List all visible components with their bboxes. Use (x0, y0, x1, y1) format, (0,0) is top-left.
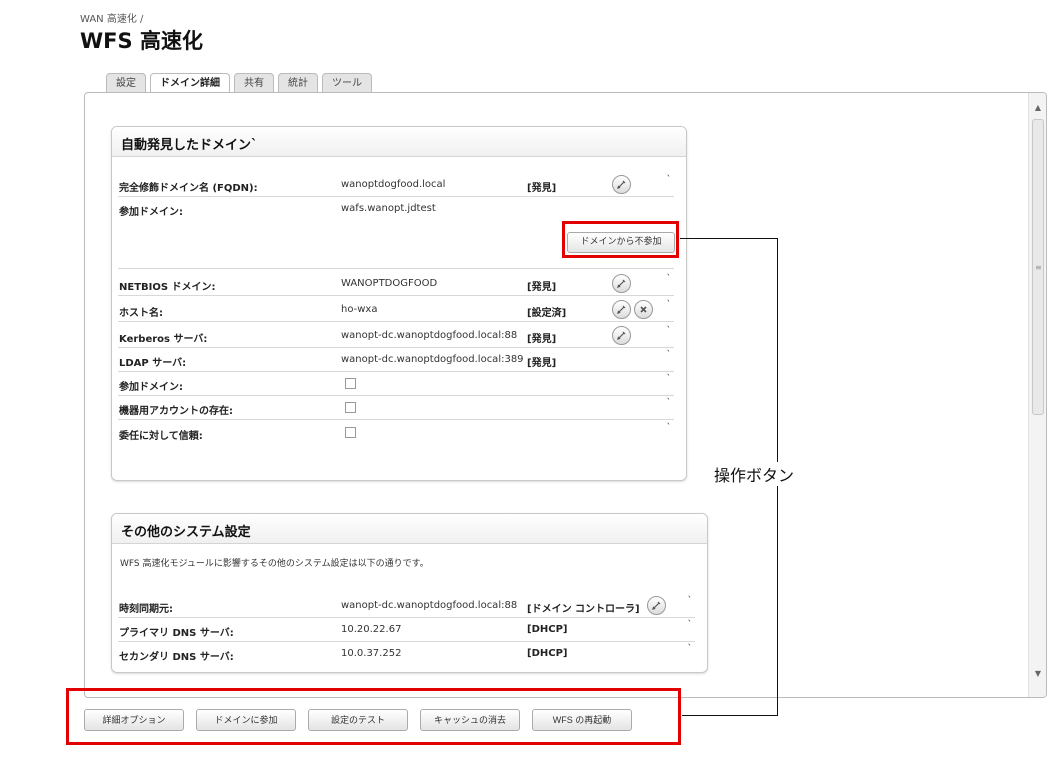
scroll-down-icon[interactable]: ▼ (1029, 667, 1046, 681)
row-label: 機器用アカウントの存在: (119, 406, 233, 417)
row-value: wanopt-dc.wanoptdogfood.local:88 (341, 330, 518, 341)
row-tick: ˋ (666, 274, 672, 284)
row-value: 10.20.22.67 (341, 624, 402, 635)
scroll-grip-icon: ≡ (1035, 263, 1042, 272)
row-value: wafs.wanopt.jdtest (341, 203, 436, 214)
row-label: 委任に対して信頼: (119, 431, 203, 442)
row-divider (118, 321, 674, 322)
other-system-settings-section: その他のシステム設定 WFS 高速化モジュールに影響するその他のシステム設定は以… (111, 513, 708, 673)
row-status: [設定済] (527, 308, 567, 319)
tab-shares[interactable]: 共有 (234, 73, 274, 93)
row-tick: ˋ (687, 644, 693, 654)
callout-line (680, 238, 778, 239)
row-label: ホスト名: (119, 308, 163, 319)
kerberos-row: Kerberos サーバ: wanopt-dc.wanoptdogfood.lo… (112, 324, 674, 348)
domain-joined-row: 参加ドメイン: ˋ (112, 372, 674, 396)
callout-line (682, 715, 778, 716)
machine-account-checkbox (345, 402, 356, 413)
row-label: プライマリ DNS サーバ: (119, 628, 234, 639)
hostname-row: ホスト名: ho-wxa [設定済] ˋ (112, 298, 674, 322)
row-value: wanopt-dc.wanoptdogfood.local:389 (341, 354, 524, 365)
secondary-dns-row: セカンダリ DNS サーバ: 10.0.37.252 [DHCP] ˋ (112, 642, 695, 666)
edit-icon[interactable] (647, 596, 666, 615)
scroll-thumb[interactable]: ≡ (1032, 119, 1044, 415)
edit-icon[interactable] (612, 274, 631, 293)
row-value: wanopt-dc.wanoptdogfood.local:88 (341, 600, 518, 611)
row-tick: ˋ (666, 423, 672, 433)
tab-settings[interactable]: 設定 (106, 73, 146, 93)
row-label: NETBIOS ドメイン: (119, 282, 216, 293)
row-tick: ˋ (666, 374, 672, 384)
row-divider (118, 295, 674, 296)
row-status: [発見] (527, 358, 557, 369)
tab-tools[interactable]: ツール (322, 73, 372, 93)
row-label: 参加ドメイン: (119, 207, 183, 218)
section-title-mark: ˋ (251, 138, 258, 153)
row-status: [発見] (527, 183, 557, 194)
scroll-up-icon[interactable]: ▲ (1029, 101, 1046, 115)
callout-label: 操作ボタン (712, 462, 797, 486)
row-tick: ˋ (666, 398, 672, 408)
tab-statistics[interactable]: 統計 (278, 73, 318, 93)
primary-dns-row: プライマリ DNS サーバ: 10.20.22.67 [DHCP] ˋ (112, 618, 695, 642)
trusted-delegation-row: 委任に対して信頼: ˋ (112, 421, 674, 445)
time-sync-row: 時刻同期元: wanopt-dc.wanoptdogfood.local:88 … (112, 594, 695, 618)
tab-domain-details[interactable]: ドメイン詳細 (150, 73, 230, 94)
domain-joined-checkbox (345, 378, 356, 389)
row-value: WANOPTDOGFOOD (341, 278, 438, 289)
edit-icon[interactable] (612, 175, 631, 194)
netbios-row: NETBIOS ドメイン: WANOPTDOGFOOD [発見] ˋ (112, 272, 674, 296)
tab-bar: 設定 ドメイン詳細 共有 統計 ツール (106, 73, 372, 94)
section-description: WFS 高速化モジュールに影響するその他のシステム設定は以下の通りです。 (120, 559, 429, 569)
row-tick: ˋ (666, 326, 672, 336)
edit-icon[interactable] (612, 326, 631, 345)
trusted-delegation-checkbox (345, 427, 356, 438)
ldap-row: LDAP サーバ: wanopt-dc.wanoptdogfood.local:… (112, 348, 674, 372)
row-label: 時刻同期元: (119, 604, 173, 615)
row-status: [DHCP] (527, 648, 568, 659)
breadcrumb[interactable]: WAN 高速化 / (80, 10, 143, 25)
page-title: WFS 高速化 (80, 29, 203, 53)
row-value: ho-wxa (341, 304, 378, 315)
row-label: 参加ドメイン: (119, 382, 183, 393)
row-value: 10.0.37.252 (341, 648, 402, 659)
footer-buttons-highlight (66, 688, 681, 745)
row-tick: ˋ (666, 350, 672, 360)
row-divider (118, 419, 674, 420)
edit-icon[interactable] (612, 300, 631, 319)
row-value: wanoptdogfood.local (341, 179, 446, 190)
vertical-scrollbar[interactable]: ▲ ≡ ▼ (1028, 93, 1046, 697)
row-status: [DHCP] (527, 624, 568, 635)
row-label: Kerberos サーバ: (119, 334, 208, 345)
delete-icon[interactable] (634, 300, 653, 319)
row-tick: ˋ (666, 300, 672, 310)
row-tick: ˋ (666, 175, 672, 185)
row-status: [発見] (527, 334, 557, 345)
row-label: 完全修飾ドメイン名 (FQDN): (119, 183, 258, 194)
machine-account-row: 機器用アカウントの存在: ˋ (112, 396, 674, 420)
row-label: LDAP サーバ: (119, 358, 187, 369)
row-status: [発見] (527, 282, 557, 293)
section-title: 自動発見したドメインˋ (112, 127, 686, 157)
fqdn-row: 完全修飾ドメイン名 (FQDN): wanoptdogfood.local [発… (112, 173, 674, 197)
row-status: [ドメイン コントローラ] (527, 604, 640, 615)
section-title: その他のシステム設定 (112, 514, 707, 544)
row-divider (118, 268, 674, 269)
row-tick: ˋ (687, 620, 693, 630)
auto-discovered-domain-section: 自動発見したドメインˋ 完全修飾ドメイン名 (FQDN): wanoptdogf… (111, 126, 687, 481)
row-tick: ˋ (687, 596, 693, 606)
content-frame: 自動発見したドメインˋ 完全修飾ドメイン名 (FQDN): wanoptdogf… (84, 92, 1047, 698)
unjoin-button-highlight (562, 221, 679, 258)
row-label: セカンダリ DNS サーバ: (119, 652, 234, 663)
